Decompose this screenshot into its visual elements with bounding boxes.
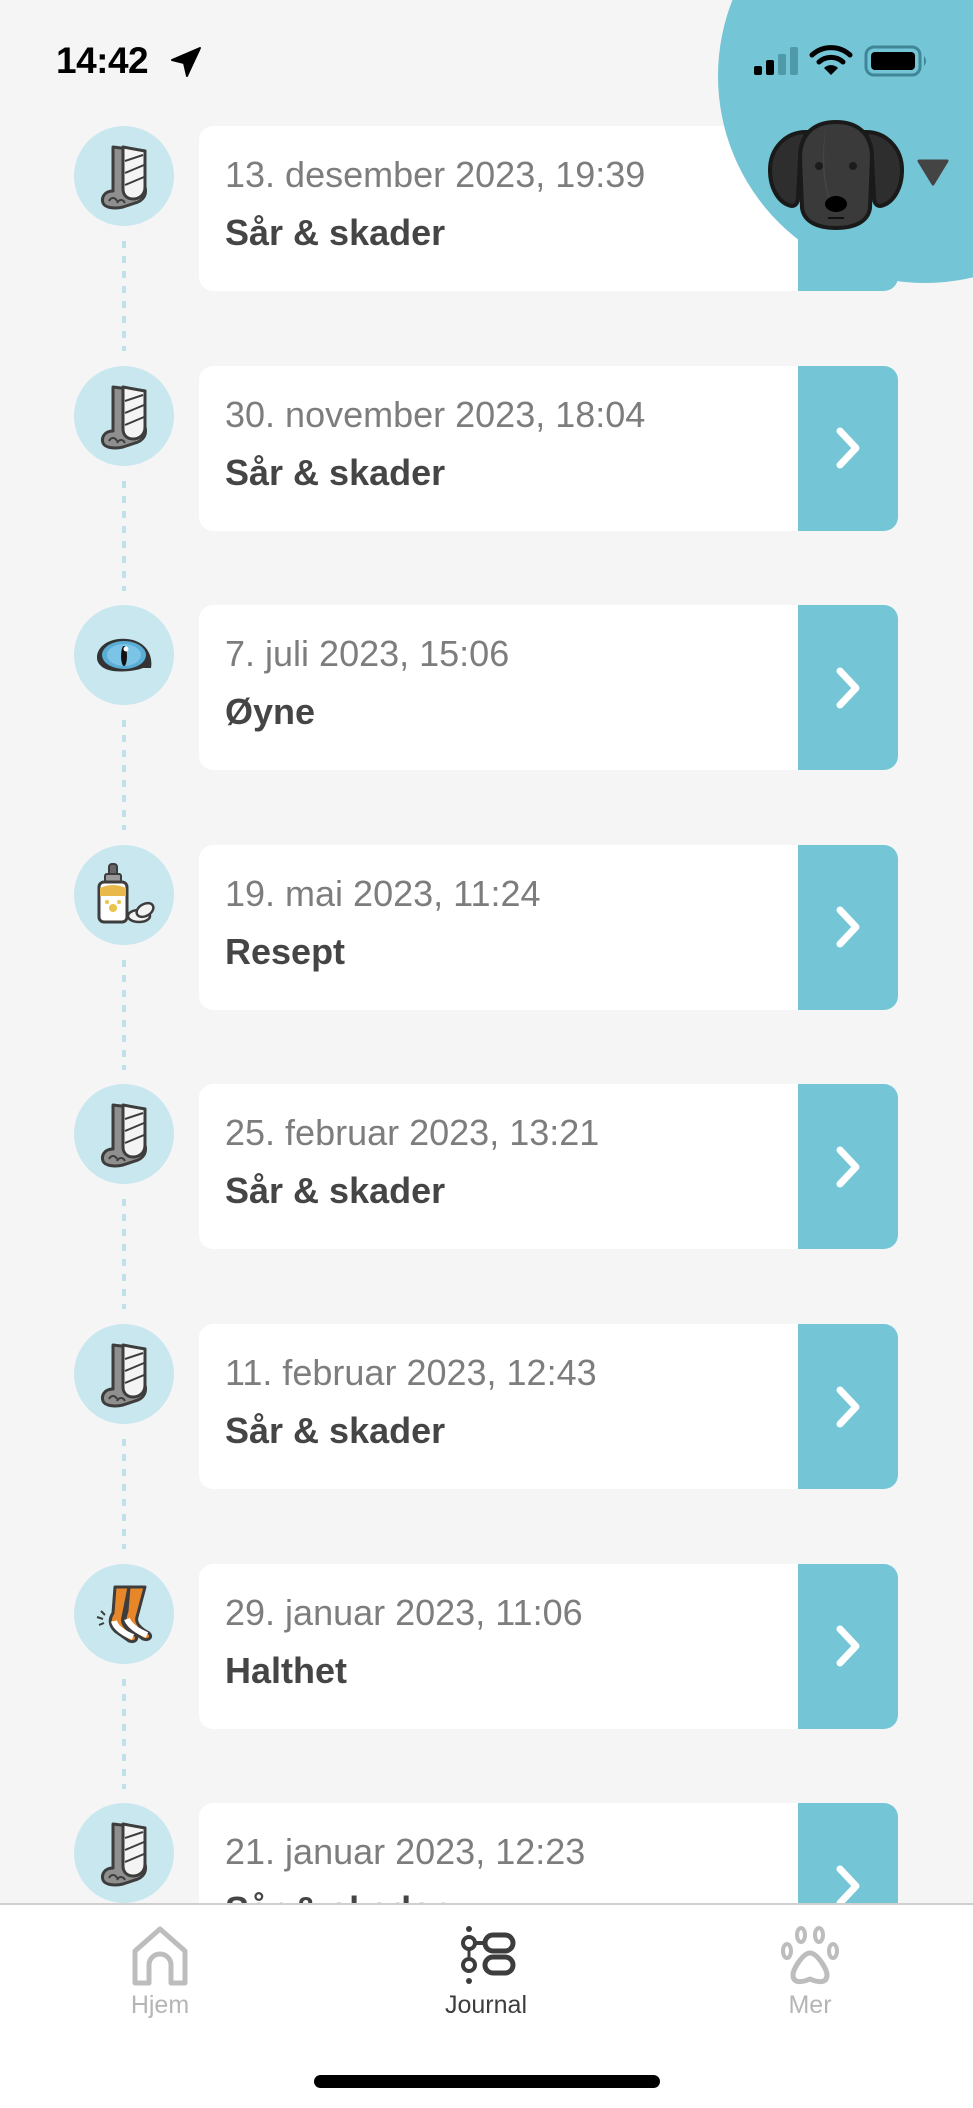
- bandaged-paw-icon: [74, 1084, 174, 1185]
- tab-bar: Hjem Journal Mer: [0, 1903, 973, 2108]
- tab-label: Mer: [788, 1991, 832, 2019]
- journal-entry: 21. januar 2023, 12:23 Sår & skader: [0, 1803, 973, 1903]
- tab-hjem[interactable]: Hjem: [80, 1925, 240, 2035]
- bandaged-paw-icon: [74, 1803, 174, 1903]
- entry-category: Sår & skader: [225, 1889, 445, 1903]
- journal-entry-card[interactable]: 11. februar 2023, 12:43 Sår & skader: [199, 1324, 898, 1489]
- open-entry-button[interactable]: [798, 844, 898, 1010]
- entry-date: 21. januar 2023, 12:23: [225, 1831, 586, 1873]
- journal-entry: 19. mai 2023, 11:24 Resept: [0, 844, 973, 1070]
- status-time: 14:42: [56, 40, 149, 81]
- home-indicator[interactable]: [314, 2075, 660, 2088]
- wifi-icon: [809, 44, 853, 76]
- journal-timeline[interactable]: 13. desember 2023, 19:39 Sår & skader 30. …: [0, 0, 973, 1903]
- open-entry-button[interactable]: [798, 365, 898, 531]
- timeline-connector: [122, 1439, 126, 1549]
- caret-down-icon[interactable]: [917, 158, 949, 186]
- entry-date: 25. februar 2023, 13:21: [225, 1112, 600, 1154]
- timeline-connector: [122, 241, 126, 351]
- entry-category: Sår & skader: [225, 1170, 446, 1212]
- journal-entry-card[interactable]: 29. januar 2023, 11:06 Halthet: [199, 1563, 898, 1729]
- tab-label: Journal: [445, 1991, 527, 2019]
- journal-entry-card[interactable]: 7. juli 2023, 15:06 Øyne: [199, 605, 898, 771]
- entry-category: Halthet: [225, 1649, 348, 1691]
- chevron-right-icon: [836, 906, 860, 948]
- journal-entry-card[interactable]: 25. februar 2023, 13:21 Sår & skader: [199, 1084, 898, 1250]
- limping-legs-icon: [74, 1563, 174, 1664]
- entry-date: 29. januar 2023, 11:06: [225, 1591, 583, 1633]
- entry-date: 13. desember 2023, 19:39: [225, 154, 646, 195]
- entry-date: 11. februar 2023, 12:43: [225, 1352, 597, 1393]
- eye-icon: [74, 605, 174, 706]
- location-arrow-icon: [168, 46, 202, 78]
- journal-entry: 25. februar 2023, 13:21 Sår & skader: [0, 1084, 973, 1310]
- chevron-right-icon: [836, 1865, 860, 1903]
- timeline-connector: [122, 1678, 126, 1789]
- journal-entry: 29. januar 2023, 11:06 Halthet: [0, 1563, 973, 1789]
- chevron-right-icon: [836, 1625, 860, 1667]
- tab-journal[interactable]: Journal: [406, 1925, 566, 2035]
- home-icon: [132, 1926, 188, 1986]
- journal-entry-card[interactable]: 21. januar 2023, 12:23 Sår & skader: [199, 1803, 898, 1903]
- entry-date: 7. juli 2023, 15:06: [225, 633, 510, 675]
- journal-timeline-icon: [461, 1926, 516, 1984]
- entry-date: 30. november 2023, 18:04: [225, 393, 646, 435]
- open-entry-button[interactable]: [798, 1803, 898, 1903]
- entry-category: Resept: [225, 930, 346, 972]
- bandaged-paw-icon: [74, 1324, 174, 1424]
- chevron-right-icon: [836, 1386, 860, 1427]
- bandaged-paw-icon: [74, 126, 174, 226]
- timeline-connector: [122, 959, 126, 1070]
- open-entry-button[interactable]: [798, 605, 898, 771]
- chevron-right-icon: [836, 427, 860, 469]
- journal-entry: 11. februar 2023, 12:43 Sår & skader: [0, 1324, 973, 1549]
- journal-entry-card[interactable]: 30. november 2023, 18:04 Sår & skader: [199, 365, 898, 531]
- battery-icon: [864, 45, 930, 77]
- entry-category: Sår & skader: [225, 451, 446, 493]
- timeline-connector: [122, 480, 126, 591]
- tab-label: Hjem: [130, 1991, 190, 2019]
- open-entry-button[interactable]: [798, 1324, 898, 1489]
- timeline-connector: [122, 1199, 126, 1310]
- chevron-right-icon: [836, 1146, 860, 1188]
- journal-entry: 30. november 2023, 18:04 Sår & skader: [0, 365, 973, 591]
- journal-entry: 7. juli 2023, 15:06 Øyne: [0, 605, 973, 831]
- dog-avatar-button[interactable]: [766, 118, 906, 231]
- entry-category: Sår & skader: [225, 212, 446, 253]
- black-dog-head-icon: [767, 119, 905, 231]
- tab-mer[interactable]: Mer: [730, 1925, 890, 2035]
- entry-category: Øyne: [225, 691, 316, 733]
- bandaged-paw-icon: [74, 365, 174, 466]
- timeline-connector: [122, 720, 126, 831]
- cellular-signal-icon: [753, 46, 799, 76]
- chevron-right-icon: [836, 667, 860, 709]
- open-entry-button[interactable]: [798, 1084, 898, 1250]
- medicine-bottle-icon: [74, 844, 174, 945]
- entry-date: 19. mai 2023, 11:24: [225, 872, 541, 914]
- open-entry-button[interactable]: [798, 1563, 898, 1729]
- entry-category: Sår & skader: [225, 1410, 446, 1451]
- paw-icon: [781, 1926, 839, 1985]
- journal-entry-card[interactable]: 19. mai 2023, 11:24 Resept: [199, 844, 898, 1010]
